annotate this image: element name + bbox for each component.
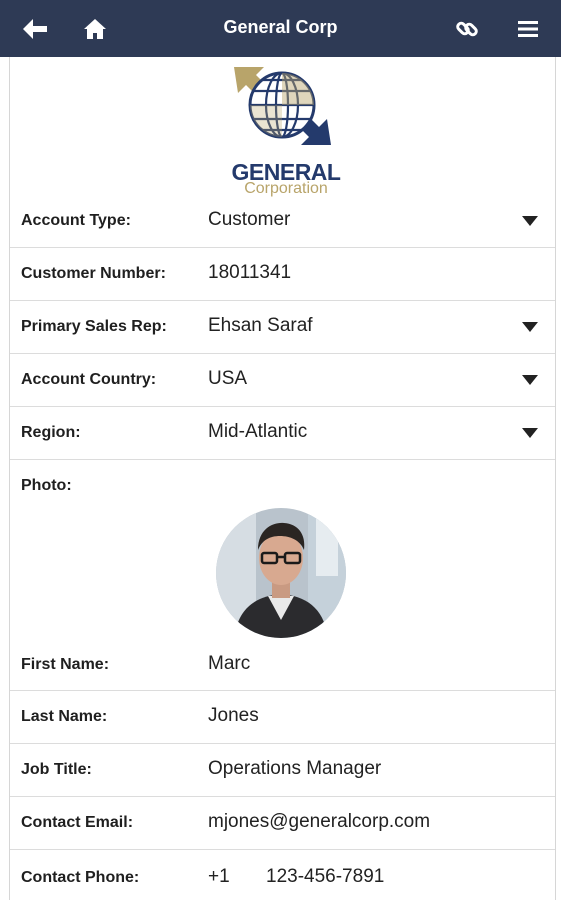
contact-phone-number[interactable]: 123-456-7891 [266,866,384,888]
first-name-label: First Name: [21,656,110,673]
link-icon[interactable] [450,12,484,46]
region-field[interactable]: Region: Mid-Atlantic [10,407,555,460]
region-label: Region: [21,424,81,441]
account-type-field[interactable]: Account Type: Customer [10,195,555,248]
contact-email-field[interactable]: Contact Email: mjones@generalcorp.com [10,797,555,850]
job-title-field[interactable]: Job Title: Operations Manager [10,744,555,797]
customer-number-value[interactable]: 18011341 [208,262,291,284]
contact-phone-field[interactable]: Contact Phone: +1 123-456-7891 [10,850,555,900]
caret-down-icon[interactable] [522,375,538,385]
caret-down-icon[interactable] [522,428,538,438]
primary-sales-rep-value[interactable]: Ehsan Saraf [208,315,313,337]
last-name-value[interactable]: Jones [208,705,259,727]
contact-phone-label: Contact Phone: [21,869,140,886]
contact-photo[interactable] [216,508,346,638]
job-title-label: Job Title: [21,761,92,778]
job-title-value[interactable]: Operations Manager [208,758,381,780]
account-type-label: Account Type: [21,212,131,229]
caret-down-icon[interactable] [522,322,538,332]
contact-email-label: Contact Email: [21,814,134,831]
company-logo: GENERAL Corporation [232,63,341,197]
region-value[interactable]: Mid-Atlantic [208,421,307,443]
globe-logo-icon [234,67,331,145]
hamburger-menu-icon[interactable] [511,12,545,46]
caret-down-icon[interactable] [522,216,538,226]
customer-number-field[interactable]: Customer Number: 18011341 [10,248,555,301]
primary-sales-rep-field[interactable]: Primary Sales Rep: Ehsan Saraf [10,301,555,354]
last-name-field[interactable]: Last Name: Jones [10,691,555,744]
customer-number-label: Customer Number: [21,265,166,282]
first-name-field[interactable]: First Name: Marc [10,638,555,691]
photo-label: Photo: [21,477,72,494]
account-country-label: Account Country: [21,371,157,388]
account-type-value[interactable]: Customer [208,209,290,231]
last-name-label: Last Name: [21,708,108,725]
account-country-field[interactable]: Account Country: USA [10,354,555,407]
primary-sales-rep-label: Primary Sales Rep: [21,318,167,335]
account-form: GENERAL Corporation Account Type: Custom… [9,57,556,900]
top-bar: General Corp [0,0,561,57]
account-country-value[interactable]: USA [208,368,247,390]
first-name-value[interactable]: Marc [208,653,250,675]
contact-phone-country-code[interactable]: +1 [208,866,230,888]
contact-email-value[interactable]: mjones@generalcorp.com [208,811,430,833]
